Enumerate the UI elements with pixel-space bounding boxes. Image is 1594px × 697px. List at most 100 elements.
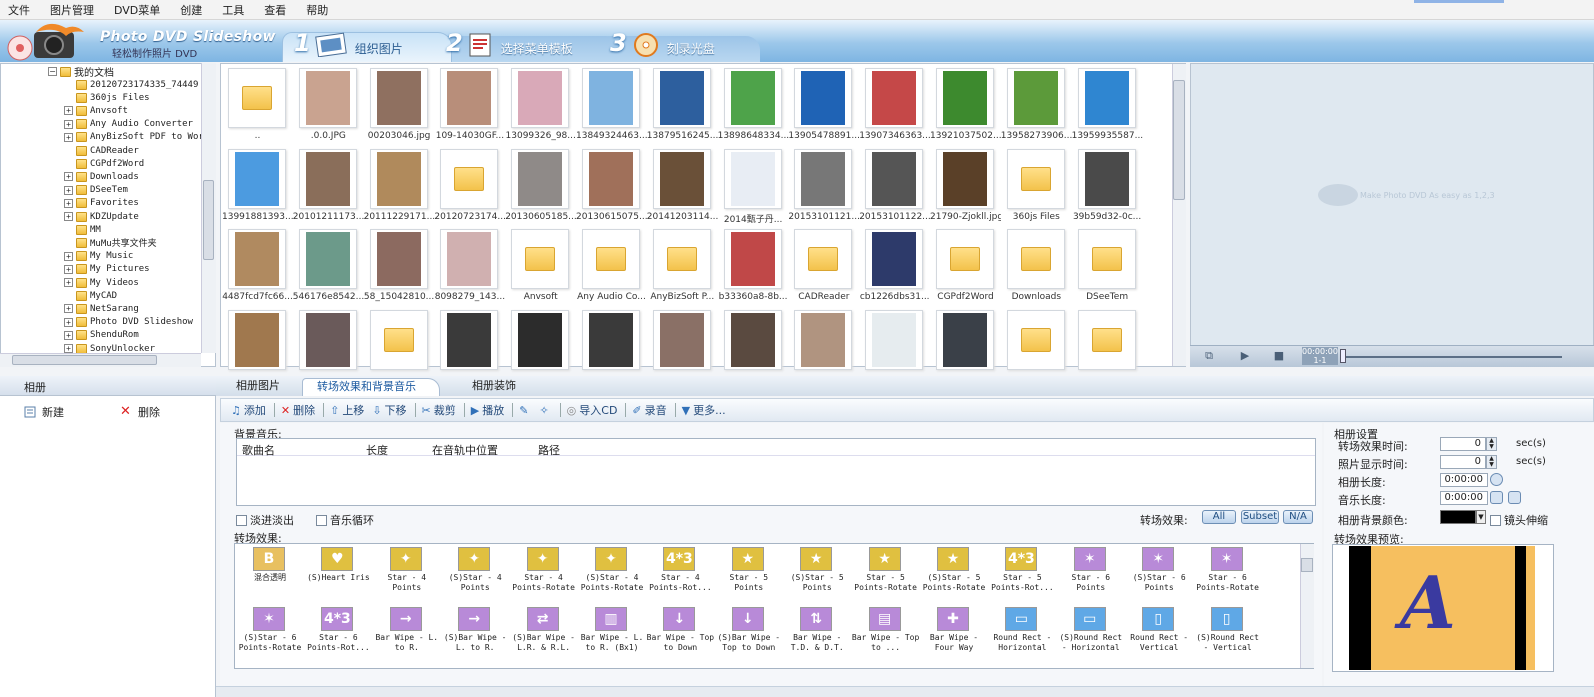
transition-effect-item[interactable]: ▯ Round Rect - Vertical [1125, 605, 1193, 663]
tree-item[interactable]: 20120723174335_74449 [64, 78, 198, 91]
photo-thumbnail[interactable]: 109-14030GF... [434, 65, 505, 145]
tree-item[interactable]: + Favorites [64, 197, 139, 210]
expand-icon[interactable]: + [64, 330, 73, 340]
folder-thumbnail[interactable] [364, 307, 435, 387]
tree-item[interactable]: + DSeeTem [64, 184, 128, 197]
photo-thumbnail[interactable]: 13905478891... [788, 65, 859, 145]
filter-na-button[interactable]: N/A [1283, 510, 1313, 524]
transition-effect-item[interactable]: ★ Star - 5 Points-Rotate [852, 545, 920, 603]
effect-button[interactable]: ✧ [539, 404, 551, 417]
tab-transitions-music[interactable]: 转场效果和背景音乐 [302, 378, 440, 396]
photo-thumbnail[interactable]: 8098279_143... [434, 226, 505, 306]
expand-icon[interactable]: + [64, 172, 73, 182]
folder-thumbnail[interactable]: 20120723174... [434, 146, 505, 226]
transition-effect-item[interactable]: ✦ Star - 4 Points-Rotate [510, 545, 578, 603]
photo-thumbnail[interactable]: 20111229171... [364, 146, 435, 226]
photo-thumbnail[interactable]: 13849324463... [576, 65, 647, 145]
photo-thumbnail[interactable]: 20153101122... [859, 146, 930, 226]
transition-effect-item[interactable]: ↓ (S)Bar Wipe - Top to Down [715, 605, 783, 663]
expand-icon[interactable]: + [64, 304, 73, 314]
tree-item[interactable]: + My Pictures [64, 263, 150, 276]
transition-effect-item[interactable]: 4*3 Star - 6 Points-Rot... [304, 605, 372, 663]
refresh-icon[interactable] [1490, 473, 1503, 486]
folder-thumbnail[interactable]: AnyBizSoft P... [647, 226, 718, 306]
transition-effect-item[interactable]: ★ Star - 5 Points [715, 545, 783, 603]
edit-button[interactable]: ✎ [519, 404, 531, 417]
transition-effect-item[interactable]: ↓ Bar Wipe - Top to Down [646, 605, 714, 663]
slideshow-icon[interactable]: ⧉ [1200, 349, 1218, 363]
more-button[interactable]: ▼ 更多... [682, 402, 726, 418]
folder-thumbnail[interactable]: DSeeTem [1072, 226, 1143, 306]
expand-icon[interactable]: + [64, 106, 73, 116]
delete-button[interactable]: ✕ 删除 [281, 402, 315, 418]
transition-effect-item[interactable]: 4*3 Star - 5 Points-Rot... [988, 545, 1056, 603]
transition-effect-item[interactable]: ✦ (S)Star - 4 Points-Rotate [578, 545, 646, 603]
stop-icon[interactable]: ■ [1270, 349, 1288, 363]
bg-color-swatch[interactable] [1440, 510, 1476, 524]
seek-handle[interactable] [1340, 349, 1346, 363]
step-organize[interactable]: 1 组织图片 [294, 24, 403, 62]
tree-item[interactable]: + ShenduRom [64, 329, 139, 342]
transition-effect-item[interactable]: → (S)Bar Wipe - L. to R. [441, 605, 509, 663]
fit-photo-icon[interactable] [1508, 491, 1521, 504]
photo-thumbnail[interactable]: 13958273906... [1001, 65, 1072, 145]
photo-thumbnail[interactable]: 13959935587... [1072, 65, 1143, 145]
photo-thumbnail[interactable]: 20153101121... [788, 146, 859, 226]
photo-thumbnail[interactable] [434, 307, 505, 387]
transition-effect-item[interactable]: ⇄ (S)Bar Wipe - L.R. & R.L. [510, 605, 578, 663]
photo-thumbnail[interactable]: 13099326_98... [505, 65, 576, 145]
collapse-icon[interactable]: − [48, 67, 57, 76]
photo-thumbnail[interactable]: .0.0.JPG [293, 65, 364, 145]
transition-effect-item[interactable]: ✦ Star - 4 Points [373, 545, 441, 603]
photo-thumbnail[interactable]: b33360a8-8b... [718, 226, 789, 306]
photo-thumbnail[interactable]: cb1226dbs31... [859, 226, 930, 306]
new-album-button[interactable]: 新建 [24, 404, 64, 420]
transition-effect-item[interactable]: ✶ Star - 6 Points [1057, 545, 1125, 603]
checkbox-box[interactable] [236, 514, 247, 526]
folder-thumbnail[interactable]: CADReader [788, 226, 859, 306]
transition-effect-item[interactable]: ▯ (S)Round Rect - Vertical [1194, 605, 1262, 663]
photo-thumbnail[interactable] [718, 307, 789, 387]
tree-item[interactable]: + Anvsoft [64, 104, 128, 117]
delete-album-button[interactable]: ✕ 删除 [120, 404, 160, 420]
expand-icon[interactable]: + [64, 185, 73, 195]
checkbox-box[interactable] [316, 514, 327, 526]
photo-thumbnail[interactable]: 13907346363... [859, 65, 930, 145]
col-song-name[interactable]: 歌曲名 [242, 442, 275, 458]
menu-help[interactable]: 帮助 [298, 2, 340, 18]
tree-item[interactable]: + AnyBizSoft PDF to Word [64, 131, 209, 144]
folder-thumbnail[interactable]: Any Audio Co... [576, 226, 647, 306]
tab-album-decoration[interactable]: 相册装饰 [458, 378, 530, 396]
transition-effect-item[interactable]: ★ (S)Star - 5 Points-Rotate [920, 545, 988, 603]
photo-thumbnail[interactable] [859, 307, 930, 387]
photo-thumbnail[interactable]: 2014甄子丹... [718, 146, 789, 226]
move-down-button[interactable]: ⇩ 下移 [372, 402, 406, 418]
step-menu-template[interactable]: 2 选择菜单模板 [446, 24, 573, 62]
transition-effect-item[interactable]: ★ (S)Star - 5 Points [783, 545, 851, 603]
menu-picture-manage[interactable]: 图片管理 [42, 2, 106, 18]
play-button[interactable]: ▶ 播放 [471, 402, 504, 418]
camera-zoom-checkbox[interactable]: 镜头伸缩 [1490, 512, 1548, 528]
photo-thumbnail[interactable]: 21790-Zjokll.jpg [930, 146, 1001, 226]
transition-effect-item[interactable]: ♥ (S)Heart Iris [304, 545, 372, 603]
photo-thumbnail[interactable]: 20130605185... [505, 146, 576, 226]
tree-item[interactable]: MyCAD [64, 289, 117, 302]
transition-effect-item[interactable]: ✶ (S)Star - 6 Points [1125, 545, 1193, 603]
tree-item[interactable]: + Downloads [64, 170, 139, 183]
chevron-down-icon[interactable]: ▼ [1476, 510, 1486, 524]
photo-thumbnail[interactable]: 20130615075... [576, 146, 647, 226]
tree-item[interactable]: + Photo DVD Slideshow [64, 316, 193, 329]
fit-music-icon[interactable] [1490, 491, 1503, 504]
tree-item[interactable]: CGPdf2Word [64, 157, 144, 170]
fade-checkbox[interactable]: 淡进淡出 [236, 512, 294, 528]
photo-time-spinner[interactable]: ▲ ▼ [1486, 455, 1497, 469]
transition-time-field[interactable]: 0 [1440, 437, 1486, 451]
tree-item[interactable]: CADReader [64, 144, 139, 157]
menu-tools[interactable]: 工具 [214, 2, 256, 18]
transition-effect-item[interactable]: ▥ Bar Wipe - L. to R. (Bx1) [578, 605, 646, 663]
folder-thumbnail[interactable]: CGPdf2Word [930, 226, 1001, 306]
expand-icon[interactable]: + [64, 317, 73, 327]
transition-effect-item[interactable]: ⇅ Bar Wipe - T.D. & D.T. [783, 605, 851, 663]
photo-thumbnail[interactable]: 13879516245... [647, 65, 718, 145]
effects-vscroll-thumb[interactable] [1301, 558, 1313, 572]
